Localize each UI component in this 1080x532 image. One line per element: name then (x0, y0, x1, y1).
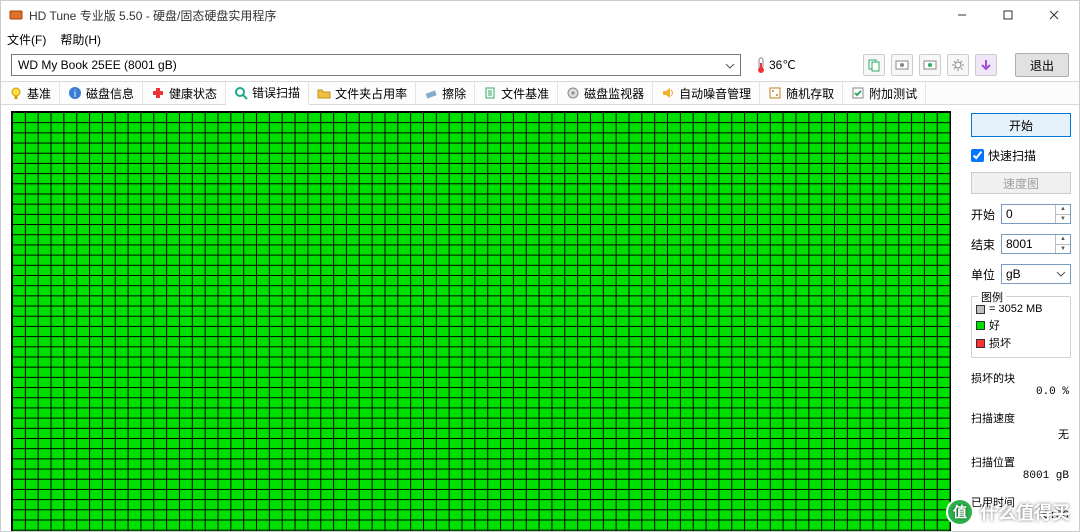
unit-label: 单位 (971, 266, 997, 283)
menu-help[interactable]: 帮助(H) (60, 31, 101, 48)
drive-select[interactable]: WD My Book 25EE (8001 gB) (11, 54, 741, 76)
end-input[interactable]: 8001 ▲▼ (1001, 234, 1071, 254)
damaged-blocks: 损坏的块 0.0 % (971, 370, 1071, 398)
scan-speed: 扫描速度 无 (971, 410, 1071, 442)
side-panel: 开始 快速扫描 速度图 开始 0 ▲▼ 结束 8001 ▲▼ (967, 105, 1079, 531)
elapsed-time: 已用时间 0:36 (971, 494, 1071, 522)
end-spinner[interactable]: ▲▼ (1055, 235, 1070, 253)
maximize-button[interactable] (985, 1, 1031, 29)
monitor-icon (566, 86, 580, 100)
save-button[interactable] (975, 54, 997, 76)
tab-disk-monitor[interactable]: 磁盘监视器 (558, 82, 653, 104)
legend-bad-icon (976, 339, 985, 348)
copy-screenshot-button[interactable] (891, 54, 913, 76)
legend-block-icon (976, 305, 985, 314)
drive-toolbar: WD My Book 25EE (8001 gB) 36℃ 退出 (1, 49, 1079, 81)
tab-file-benchmark[interactable]: 文件基准 (475, 82, 558, 104)
thermometer-icon (757, 57, 765, 73)
temperature-value: 36℃ (769, 58, 796, 72)
tab-erase[interactable]: 擦除 (416, 82, 475, 104)
tab-extra-tests[interactable]: 附加测试 (843, 82, 926, 104)
tab-folder-usage[interactable]: 文件夹占用率 (309, 82, 416, 104)
end-label: 结束 (971, 236, 997, 253)
legend-box: 图例 = 3052 MB 好 损坏 (971, 296, 1071, 358)
svg-text:i: i (74, 89, 76, 100)
speed-map-button[interactable]: 速度图 (971, 172, 1071, 194)
scan-position: 扫描位置 8001 gB (971, 454, 1071, 482)
speaker-icon (661, 86, 675, 100)
tab-disk-info[interactable]: i 磁盘信息 (60, 82, 143, 104)
checklist-icon (851, 86, 865, 100)
window-title: HD Tune 专业版 5.50 - 硬盘/固态硬盘实用程序 (29, 7, 276, 24)
tab-random-access[interactable]: 随机存取 (760, 82, 843, 104)
options-button[interactable] (947, 54, 969, 76)
chevron-down-icon (722, 58, 737, 73)
save-screenshot-button[interactable] (919, 54, 941, 76)
quick-scan-checkbox[interactable]: 快速扫描 (971, 147, 1071, 164)
eraser-icon (424, 86, 438, 100)
tab-aam[interactable]: 自动噪音管理 (653, 82, 760, 104)
start-button[interactable]: 开始 (971, 113, 1071, 137)
copy-text-button[interactable] (863, 54, 885, 76)
start-spinner[interactable]: ▲▼ (1055, 205, 1070, 223)
close-button[interactable] (1031, 1, 1077, 29)
exit-button[interactable]: 退出 (1015, 53, 1069, 77)
start-input[interactable]: 0 ▲▼ (1001, 204, 1071, 224)
tab-benchmark[interactable]: 基准 (1, 82, 60, 104)
bulb-icon (9, 86, 23, 100)
tab-health[interactable]: 健康状态 (143, 82, 226, 104)
title-bar: HD Tune 专业版 5.50 - 硬盘/固态硬盘实用程序 (1, 1, 1079, 29)
health-cross-icon (151, 86, 165, 100)
tab-error-scan[interactable]: 错误扫描 (226, 82, 309, 105)
drive-select-value: WD My Book 25EE (8001 gB) (18, 58, 177, 72)
legend-good-icon (976, 321, 985, 330)
menu-file[interactable]: 文件(F) (7, 31, 46, 48)
start-label: 开始 (971, 206, 997, 223)
block-map (11, 111, 951, 531)
info-icon: i (68, 86, 82, 100)
file-icon (483, 86, 497, 100)
folder-icon (317, 86, 331, 100)
temperature-display: 36℃ (751, 57, 802, 73)
random-icon (768, 86, 782, 100)
magnifier-icon (234, 86, 248, 100)
menu-bar: 文件(F) 帮助(H) (1, 29, 1079, 49)
tab-strip: 基准 i 磁盘信息 健康状态 错误扫描 文件夹占用率 擦除 文件基准 磁盘监视器 (1, 81, 1079, 105)
app-icon (9, 8, 23, 22)
unit-select[interactable]: gB (1001, 264, 1071, 284)
minimize-button[interactable] (939, 1, 985, 29)
chevron-down-icon (1054, 267, 1068, 281)
